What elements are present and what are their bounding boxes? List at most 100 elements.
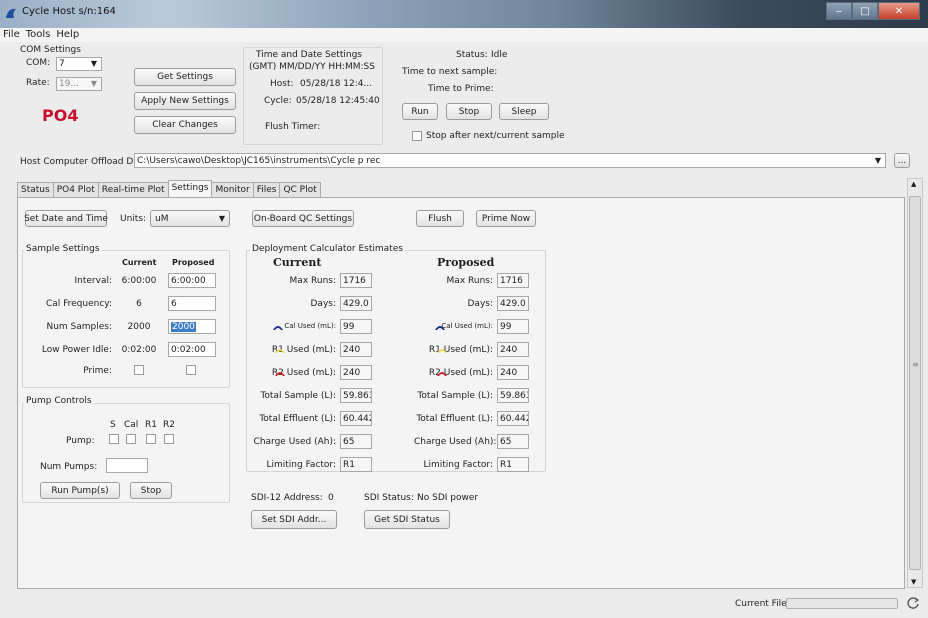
yellow-bag-icon bbox=[437, 349, 447, 353]
chevron-down-icon: ▼ bbox=[874, 156, 881, 165]
tab-po4-plot[interactable]: PO4 Plot bbox=[52, 182, 99, 197]
num-samples-selected-text: 2000 bbox=[171, 321, 196, 332]
rate-select[interactable]: 19... ▼ bbox=[56, 77, 102, 91]
cycle-time-value: 05/28/18 12:45:40 bbox=[296, 96, 380, 106]
sample-col-proposed: Proposed bbox=[172, 258, 215, 267]
calc-current-label: R2 Used (mL): bbox=[271, 368, 336, 378]
tab-settings[interactable]: Settings bbox=[167, 180, 213, 197]
tab-files[interactable]: Files bbox=[252, 182, 281, 197]
host-time-value: 05/28/18 12:4... bbox=[300, 79, 373, 89]
com-port-value: 7 bbox=[59, 59, 65, 69]
com-port-select[interactable]: 7 ▼ bbox=[56, 57, 102, 71]
num-samples-proposed-input[interactable]: 2000 bbox=[168, 319, 216, 334]
title-bar[interactable]: Cycle Host s/n:164 ‒ □ ✕ bbox=[0, 0, 928, 28]
units-select[interactable]: uM ▼ bbox=[150, 210, 230, 227]
sdi-address-value: 0 bbox=[328, 493, 334, 503]
blue-bag-icon bbox=[435, 326, 445, 330]
pump-cal-checkbox[interactable] bbox=[126, 434, 136, 444]
apply-new-settings-button[interactable]: Apply New Settings bbox=[134, 92, 236, 110]
browse-button[interactable]: ... bbox=[894, 153, 910, 168]
set-date-time-button[interactable]: Set Date and Time bbox=[24, 210, 108, 227]
pump-r2-checkbox[interactable] bbox=[164, 434, 174, 444]
set-sdi-addr-button[interactable]: Set SDI Addr... bbox=[251, 510, 337, 529]
calc-proposed-label: Limiting Factor: bbox=[423, 460, 493, 470]
low-power-idle-label: Low Power Idle: bbox=[41, 345, 112, 355]
prime-now-button[interactable]: Prime Now bbox=[476, 210, 536, 227]
stop-after-checkbox[interactable] bbox=[412, 131, 422, 141]
cal-frequency-label: Cal Frequency: bbox=[45, 299, 112, 309]
pump-r1-checkbox[interactable] bbox=[146, 434, 156, 444]
calc-current-value: R1 bbox=[340, 457, 372, 472]
calc-proposed-label: Days: bbox=[467, 299, 494, 309]
calc-current-label: Cal Used (mL): bbox=[284, 322, 336, 330]
close-button[interactable]: ✕ bbox=[878, 2, 920, 20]
maximize-button[interactable]: □ bbox=[852, 2, 878, 20]
pump-controls-title: Pump Controls bbox=[24, 396, 94, 406]
tab-monitor[interactable]: Monitor bbox=[211, 182, 254, 197]
run-pumps-button[interactable]: Run Pump(s) bbox=[40, 482, 120, 499]
calc-current-label: Total Effluent (L): bbox=[259, 414, 336, 424]
red-bag-icon bbox=[275, 372, 285, 376]
low-power-idle-current: 0:02:00 bbox=[121, 345, 157, 355]
sdi-status-value: No SDI power bbox=[417, 493, 479, 503]
calc-current-label: Max Runs: bbox=[289, 276, 336, 286]
calc-proposed-value: 99 bbox=[497, 319, 529, 334]
get-sdi-status-button[interactable]: Get SDI Status bbox=[364, 510, 450, 529]
calc-proposed-value: 59.863 bbox=[497, 388, 529, 403]
menu-tools[interactable]: Tools bbox=[23, 28, 54, 42]
stop-button[interactable]: Stop bbox=[446, 103, 492, 120]
num-pumps-input[interactable] bbox=[106, 458, 148, 473]
calculator-title: Deployment Calculator Estimates bbox=[250, 244, 405, 254]
scroll-down-icon[interactable]: ▼ bbox=[911, 578, 916, 586]
num-samples-label: Num Samples: bbox=[46, 322, 112, 332]
prime-proposed-checkbox[interactable] bbox=[186, 365, 196, 375]
calc-proposed-value: R1 bbox=[497, 457, 529, 472]
interval-label: Interval: bbox=[74, 276, 113, 286]
calc-current-heading: Current bbox=[273, 256, 322, 269]
get-settings-button[interactable]: Get Settings bbox=[134, 68, 236, 86]
calc-current-label: Limiting Factor: bbox=[266, 460, 336, 470]
flush-button[interactable]: Flush bbox=[416, 210, 464, 227]
run-button[interactable]: Run bbox=[402, 103, 438, 120]
tab-qc-plot[interactable]: QC Plot bbox=[279, 182, 321, 197]
onboard-qc-settings-button[interactable]: On-Board QC Settings bbox=[252, 210, 354, 227]
rate-value: 19... bbox=[59, 79, 80, 89]
window-title: Cycle Host s/n:164 bbox=[22, 6, 116, 17]
scrollbar-thumb[interactable] bbox=[909, 196, 921, 570]
calc-current-value: 60.442 bbox=[340, 411, 372, 426]
calc-current-label: Total Sample (L): bbox=[260, 391, 336, 401]
scroll-up-icon[interactable]: ▲ bbox=[911, 180, 916, 188]
sample-settings-title: Sample Settings bbox=[24, 244, 102, 254]
low-power-idle-proposed-input[interactable]: 0:02:00 bbox=[168, 342, 216, 357]
clear-changes-button[interactable]: Clear Changes bbox=[134, 116, 236, 134]
calc-proposed-label: Total Effluent (L): bbox=[416, 414, 493, 424]
calc-proposed-heading: Proposed bbox=[437, 256, 495, 269]
blue-bag-icon bbox=[273, 326, 283, 330]
refresh-icon[interactable] bbox=[906, 596, 920, 610]
window-controls: ‒ □ ✕ bbox=[826, 2, 920, 20]
calc-proposed-label: Max Runs: bbox=[446, 276, 493, 286]
menu-file[interactable]: File bbox=[0, 28, 23, 42]
pump-col-s: S bbox=[110, 420, 116, 430]
parameter-label: PO4 bbox=[42, 106, 79, 125]
pump-stop-button[interactable]: Stop bbox=[130, 482, 172, 499]
cal-frequency-proposed-input[interactable]: 6 bbox=[168, 296, 216, 311]
calc-proposed-value: 65 bbox=[497, 434, 529, 449]
tab-realtime-plot[interactable]: Real-time Plot bbox=[97, 182, 169, 197]
status-label: Status: bbox=[456, 50, 488, 60]
offload-dir-input[interactable]: C:\Users\cawo\Desktop\JC165\instruments\… bbox=[134, 153, 886, 168]
calc-current-value: 65 bbox=[340, 434, 372, 449]
calc-current-value: 99 bbox=[340, 319, 372, 334]
num-pumps-label: Num Pumps: bbox=[40, 462, 98, 472]
pump-col-r2: R2 bbox=[163, 420, 175, 430]
interval-proposed-input[interactable]: 6:00:00 bbox=[168, 273, 216, 288]
com-label: COM: bbox=[26, 58, 51, 68]
cal-frequency-current: 6 bbox=[136, 299, 142, 309]
pump-s-checkbox[interactable] bbox=[109, 434, 119, 444]
calc-current-label: Days: bbox=[310, 299, 337, 309]
tab-status[interactable]: Status bbox=[17, 182, 54, 197]
menu-help[interactable]: Help bbox=[53, 28, 82, 42]
current-file-progress bbox=[786, 598, 898, 609]
minimize-button[interactable]: ‒ bbox=[826, 2, 852, 20]
sleep-button[interactable]: Sleep bbox=[499, 103, 549, 120]
